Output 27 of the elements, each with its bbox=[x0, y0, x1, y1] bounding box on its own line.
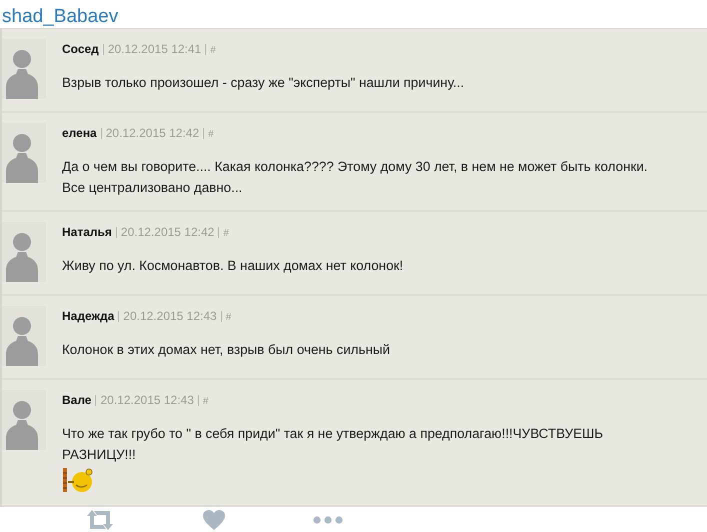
comment-author: Сосед bbox=[62, 42, 99, 56]
permalink[interactable]: # bbox=[202, 396, 208, 407]
comment-date: 20.12.2015 12:42 bbox=[120, 225, 214, 239]
comment-author: Вале bbox=[62, 393, 92, 407]
comment-text: Живу по ул. Космонавтов. В наших домах нет колонок! bbox=[62, 257, 404, 275]
more-button[interactable] bbox=[313, 516, 343, 524]
more-icon bbox=[313, 516, 343, 524]
comment-text: Взрыв только произошел - сразу же "эксперты" нашли причину... bbox=[62, 74, 464, 92]
like-button[interactable] bbox=[203, 510, 225, 530]
comment-date: 20.12.2015 12:43 bbox=[123, 309, 217, 323]
comment-date: 20.12.2015 12:42 bbox=[106, 126, 200, 140]
username-link[interactable]: shad_Babaev bbox=[0, 6, 118, 28]
comment-author: Наталья bbox=[62, 225, 112, 239]
comment-author: Надежда bbox=[62, 309, 114, 323]
permalink[interactable]: # bbox=[223, 228, 229, 239]
permalink[interactable]: # bbox=[226, 312, 232, 323]
retweet-icon bbox=[85, 510, 115, 530]
comment-date: 20.12.2015 12:43 bbox=[100, 393, 194, 407]
comment-text: Что же так грубо то " в себя приди" так я не утверждаю а предполагаю!!!ЧУВСТВУЕШЬ РАЗНИЦУ!!! bbox=[62, 425, 604, 464]
permalink[interactable]: # bbox=[210, 45, 216, 56]
comment-author: елена bbox=[62, 126, 97, 140]
retweet-button[interactable] bbox=[85, 510, 115, 530]
comment-text: Да о чем вы говорите.... Какая колонка???? Этому дому 30 лет, в нем не может быть колонки. Все централизовано давно... bbox=[62, 158, 649, 197]
heart-icon bbox=[203, 510, 225, 530]
comment-date: 20.12.2015 12:41 bbox=[108, 42, 202, 56]
comment-text: Колонок в этих домах нет, взрыв был очень сильный bbox=[62, 341, 390, 359]
permalink[interactable]: # bbox=[208, 129, 214, 140]
